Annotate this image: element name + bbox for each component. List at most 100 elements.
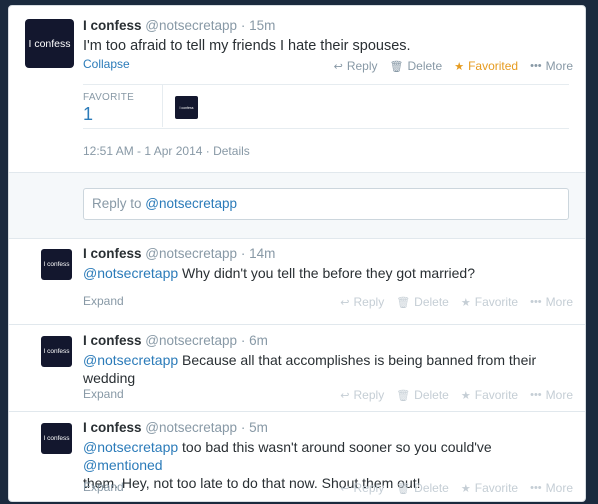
more-button[interactable]: ••• More [530,59,573,73]
tweet-time[interactable]: 6m [249,333,268,348]
delete-label: Delete [414,388,449,402]
expand-link[interactable]: Expand [83,294,124,308]
more-dots-icon: ••• [530,60,542,72]
trash-icon: 🗑 [396,389,411,402]
reply-mention: @notsecretapp [145,196,238,211]
delete-label: Delete [414,295,449,309]
more-label: More [545,295,573,309]
reply-tweet[interactable]: I confess I confess @notsecretapp · 14m … [9,238,585,325]
mention-link[interactable]: @mentioned [83,457,163,473]
star-icon: ★ [454,60,465,73]
divider [83,128,569,129]
more-dots-icon: ••• [530,389,542,401]
collapse-link[interactable]: Collapse [83,57,130,71]
delete-button[interactable]: 🗑 Delete [396,295,449,309]
timestamp-text[interactable]: 12:51 AM - 1 Apr 2014 [83,144,202,158]
author-handle[interactable]: @notsecretapp [145,246,237,261]
tweet-text-body: Why didn't you tell the before they got … [178,265,475,281]
more-dots-icon: ••• [530,296,542,308]
reply-placeholder: Reply to [92,196,146,211]
star-icon: ★ [460,482,471,495]
tweet-header: I confess @notsecretapp · 6m [83,333,268,348]
star-icon: ★ [460,296,471,309]
reply-arrow-icon: ↩ [333,60,343,73]
mention-link[interactable]: @notsecretapp [83,265,178,281]
tweet-header: I confess @notsecretapp · 14m [83,246,275,261]
reply-button[interactable]: ↩ Reply [340,388,384,402]
avatar[interactable]: I confess [41,423,72,454]
favorite-stat-count[interactable]: 1 [83,104,93,125]
tweet-time[interactable]: 5m [249,420,268,435]
favorited-label: Favorited [468,59,519,73]
favorite-button[interactable]: ★ Favorite [461,388,518,402]
more-label: More [545,481,573,495]
trash-icon: 🗑 [396,296,411,309]
conversation-card: I confess I confess @notsecretapp · 15m … [8,5,586,502]
tweet-text: @notsecretapp Because all that accomplis… [83,351,573,387]
expand-link[interactable]: Expand [83,387,124,401]
reply-arrow-icon: ↩ [340,482,350,495]
favoriter-avatar[interactable]: I confess [175,96,198,119]
trash-icon: 🗑 [396,482,411,495]
favorite-label: Favorite [474,481,519,495]
tweet-text-body: too bad this wasn't around sooner so you… [178,439,492,455]
more-button[interactable]: ••• More [530,295,573,309]
expand-link[interactable]: Expand [83,480,124,494]
reply-label: Reply [346,59,378,73]
author-handle[interactable]: @notsecretapp [145,18,237,33]
reply-tweet[interactable]: I confess I confess @notsecretapp · 5m @… [9,412,585,501]
author-handle[interactable]: @notsecretapp [145,333,237,348]
author-name[interactable]: I confess [83,333,142,348]
tweet-actions: ↩ Reply 🗑 Delete ★ Favorited ••• More [334,59,573,73]
header-separator: · [240,420,246,435]
reply-label: Reply [353,388,385,402]
delete-button[interactable]: 🗑 Delete [396,388,449,402]
author-name[interactable]: I confess [83,18,142,33]
trash-icon: 🗑 [389,60,404,73]
favorite-stat-label: FAVORITE [83,92,135,103]
author-name[interactable]: I confess [83,420,142,435]
reply-button[interactable]: ↩ Reply [340,481,384,495]
favorite-label: Favorite [474,295,519,309]
delete-label: Delete [407,59,443,73]
avatar[interactable]: I confess [41,336,72,367]
favorite-button[interactable]: ★ Favorite [461,295,518,309]
tweet-header: I confess @notsecretapp · 15m [83,18,275,33]
tweet-text-line2: wedding [83,370,136,386]
tweet-header: I confess @notsecretapp · 5m [83,420,268,435]
favorite-button[interactable]: ★ Favorited [454,59,518,73]
delete-button[interactable]: 🗑 Delete [390,59,443,73]
more-button[interactable]: ••• More [530,481,573,495]
author-handle[interactable]: @notsecretapp [145,420,237,435]
header-separator: · [240,246,246,261]
delete-button[interactable]: 🗑 Delete [396,481,449,495]
more-button[interactable]: ••• More [530,388,573,402]
star-icon: ★ [460,389,471,402]
header-separator: · [240,18,246,33]
timestamp-separator: · [202,144,214,158]
tweet-actions: ↩ Reply 🗑 Delete ★ Favorite ••• More [340,388,573,402]
avatar[interactable]: I confess [41,249,72,280]
reply-tweet[interactable]: I confess I confess @notsecretapp · 6m @… [9,325,585,412]
reply-area: Reply to @notsecretapp [9,172,585,239]
reply-label: Reply [353,295,385,309]
mention-link[interactable]: @notsecretapp [83,352,178,368]
tweet-timestamp: 12:51 AM - 1 Apr 2014 · Details [83,144,250,158]
author-name[interactable]: I confess [83,246,142,261]
reply-input[interactable]: Reply to @notsecretapp [83,188,569,220]
avatar[interactable]: I confess [25,19,74,68]
divider [162,85,163,127]
details-link[interactable]: Details [213,144,250,158]
reply-button[interactable]: ↩ Reply [334,59,378,73]
more-label: More [545,388,573,402]
tweet-text: I'm too afraid to tell my friends I hate… [83,38,411,54]
tweet-time[interactable]: 14m [249,246,275,261]
header-separator: · [240,333,246,348]
reply-button[interactable]: ↩ Reply [340,295,384,309]
tweet-time[interactable]: 15m [249,18,275,33]
tweet-actions: ↩ Reply 🗑 Delete ★ Favorite ••• More [340,481,573,495]
tweet-text: @notsecretapp Why didn't you tell the be… [83,264,573,282]
favorite-button[interactable]: ★ Favorite [461,481,518,495]
tweet-text-body: Because all that accomplishes is being b… [178,352,537,368]
mention-link[interactable]: @notsecretapp [83,439,178,455]
